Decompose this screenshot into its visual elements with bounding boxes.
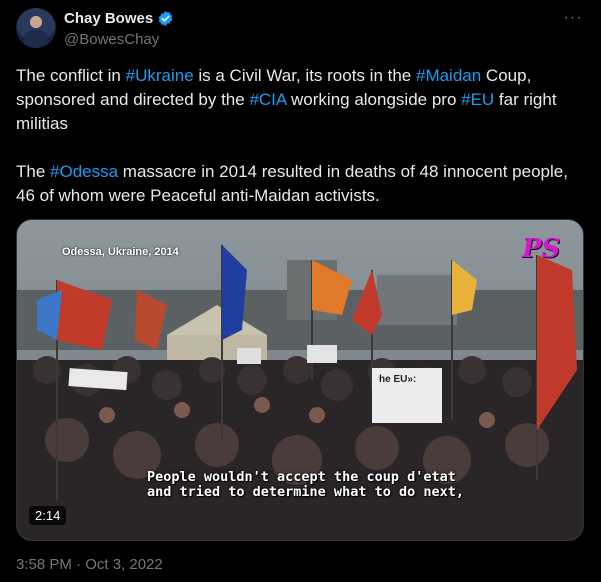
author-name-row: Chay Bowes <box>64 10 174 27</box>
tweet-text-run: is a Civil War, its roots in the <box>193 66 416 85</box>
hashtag-link[interactable]: #Odessa <box>50 162 118 181</box>
hashtag-link[interactable]: #CIA <box>249 90 286 109</box>
hashtag-link[interactable]: #EU <box>461 90 494 109</box>
tweet-text-run: working alongside pro <box>286 90 462 109</box>
video-player[interactable]: he EU»: Odessa, Ukraine, 2014 PS People … <box>16 219 584 541</box>
tweet-paragraph-2: The #Odessa massacre in 2014 resulted in… <box>16 160 576 208</box>
protest-sign-text: he EU»: <box>379 374 416 385</box>
more-icon[interactable]: ··· <box>563 8 583 28</box>
video-duration-badge: 2:14 <box>29 506 67 525</box>
tweet-paragraph-1: The conflict in #Ukraine is a Civil War,… <box>16 64 576 136</box>
author-display-name[interactable]: Chay Bowes <box>64 10 153 27</box>
tweet-text-run: The conflict in <box>16 66 126 85</box>
avatar[interactable] <box>16 8 56 48</box>
tweet-timestamp[interactable]: 3:58 PM · Oct 3, 2022 <box>16 556 163 573</box>
author-handle[interactable]: @BowesChay <box>64 31 159 48</box>
tweet-text: The conflict in #Ukraine is a Civil War,… <box>16 64 576 208</box>
verified-badge-icon <box>158 11 173 26</box>
tweet-text-run: The <box>16 162 51 181</box>
hashtag-link[interactable]: #Ukraine <box>126 66 194 85</box>
video-subtitle: People wouldn't accept the coup d'etat a… <box>147 469 464 500</box>
tweet-card: Chay Bowes @BowesChay ··· The conflict i… <box>0 0 601 582</box>
video-location-caption: Odessa, Ukraine, 2014 <box>62 246 179 258</box>
channel-logo: PS <box>522 234 561 264</box>
hashtag-link[interactable]: #Maidan <box>416 66 481 85</box>
